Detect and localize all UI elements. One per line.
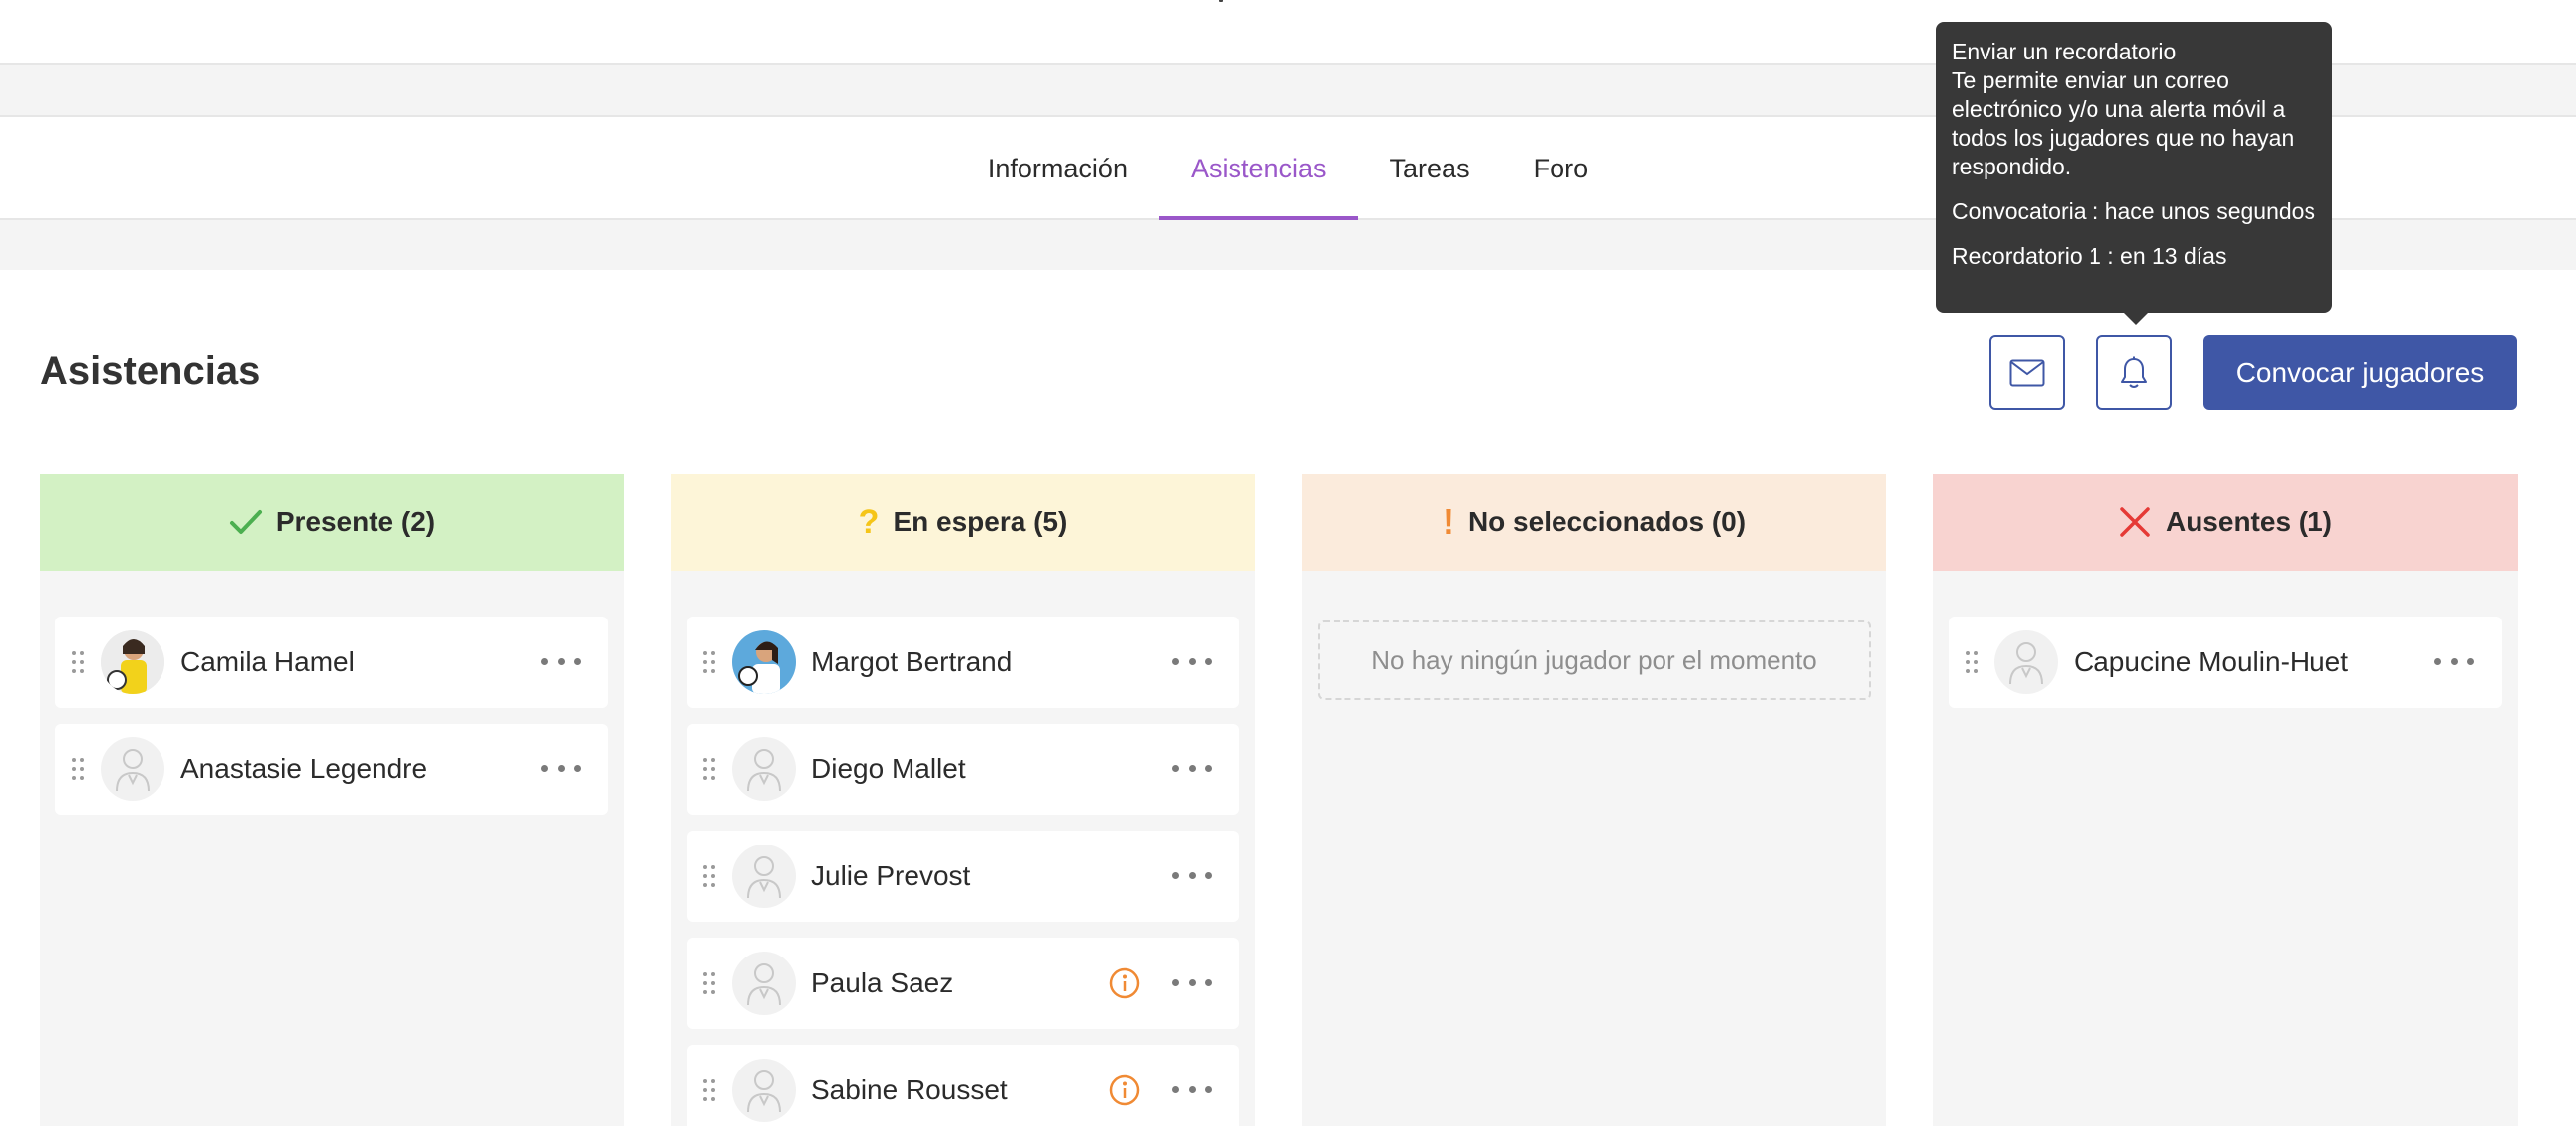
column-title: En espera (5) xyxy=(893,507,1068,537)
avatar-placeholder-icon xyxy=(732,844,796,908)
cross-icon xyxy=(2120,507,2150,537)
column-title: Presente (2) xyxy=(275,507,436,537)
column-header: ? En espera (5) xyxy=(671,474,1255,571)
avatar-placeholder-icon xyxy=(732,1059,796,1122)
more-options-icon[interactable] xyxy=(541,753,581,783)
player-name: Capucine Moulin-Huet xyxy=(2074,646,2349,677)
player-name: Margot Bertrand xyxy=(811,646,1013,677)
column-header: Presente (2) xyxy=(40,474,624,571)
column-no-seleccionados: ! No seleccionados (0) No hay ningún jug… xyxy=(1302,474,1886,1126)
send-email-button[interactable] xyxy=(1989,335,2065,410)
avatar xyxy=(101,630,164,694)
column-en-espera: ? En espera (5) Margot Bertrand Diego Ma… xyxy=(671,474,1255,1126)
player-name: Camila Hamel xyxy=(180,646,355,677)
drag-handle-icon[interactable] xyxy=(687,864,732,888)
drag-handle-icon[interactable] xyxy=(687,650,732,674)
avatar-placeholder-icon xyxy=(1994,630,2058,694)
tab-informacion[interactable]: Información xyxy=(956,117,1159,220)
more-options-icon[interactable] xyxy=(1172,753,1212,783)
drag-handle-icon[interactable] xyxy=(687,971,732,995)
player-card[interactable]: Julie Prevost xyxy=(687,831,1239,922)
player-card[interactable]: Sabine Rousset xyxy=(687,1045,1239,1126)
more-options-icon[interactable] xyxy=(1172,860,1212,890)
drag-handle-icon[interactable] xyxy=(1949,650,1994,674)
tab-tareas[interactable]: Tareas xyxy=(1358,117,1502,220)
player-card[interactable]: Paula Saez xyxy=(687,938,1239,1029)
tab-asistencias[interactable]: Asistencias xyxy=(1158,117,1358,222)
empty-drop-zone[interactable]: No hay ningún jugador por el momento xyxy=(1318,620,1871,700)
info-icon[interactable] xyxy=(1109,967,1140,999)
column-header: ! No seleccionados (0) xyxy=(1302,474,1886,571)
column-header: Ausentes (1) xyxy=(1933,474,2518,571)
tooltip-body: Te permite enviar un correo electrónico … xyxy=(1952,67,2295,179)
avatar-placeholder-icon xyxy=(101,737,164,801)
convocar-jugadores-button[interactable]: Convocar jugadores xyxy=(2203,335,2517,410)
player-name: Sabine Rousset xyxy=(811,1074,1008,1105)
player-name: Anastasie Legendre xyxy=(180,753,428,784)
tooltip-reminder: Recordatorio 1 : en 13 días xyxy=(1952,243,2227,269)
tooltip-title: Enviar un recordatorio xyxy=(1952,39,2177,64)
column-ausentes: Ausentes (1) Capucine Moulin-Huet xyxy=(1933,474,2518,1126)
player-name: Julie Prevost xyxy=(811,860,971,891)
tooltip-convocatoria: Convocatoria : hace unos segundos xyxy=(1952,198,2315,224)
header-fragment xyxy=(1219,0,1223,2)
player-card[interactable]: Diego Mallet xyxy=(687,724,1239,815)
more-options-icon[interactable] xyxy=(2434,646,2474,676)
more-options-icon[interactable] xyxy=(1172,646,1212,676)
avatar xyxy=(732,630,796,694)
more-options-icon[interactable] xyxy=(1172,967,1212,997)
more-options-icon[interactable] xyxy=(1172,1074,1212,1104)
avatar-placeholder-icon xyxy=(732,952,796,1015)
player-name: Paula Saez xyxy=(811,967,954,998)
question-icon: ? xyxy=(858,503,880,541)
player-card[interactable]: Camila Hamel xyxy=(55,617,608,708)
info-icon[interactable] xyxy=(1109,1074,1140,1106)
player-name: Diego Mallet xyxy=(811,753,966,784)
player-card[interactable]: Anastasie Legendre xyxy=(55,724,608,815)
drag-handle-icon[interactable] xyxy=(687,757,732,781)
avatar-placeholder-icon xyxy=(732,737,796,801)
column-presente: Presente (2) Camila Hamel Anastasie Lege… xyxy=(40,474,624,1126)
more-options-icon[interactable] xyxy=(541,646,581,676)
page-title: Asistencias xyxy=(40,349,261,393)
envelope-icon xyxy=(2009,359,2045,387)
reminder-tooltip: Enviar un recordatorio Te permite enviar… xyxy=(1936,22,2332,325)
exclamation-icon: ! xyxy=(1442,502,1454,542)
tab-foro[interactable]: Foro xyxy=(1502,117,1621,220)
drag-handle-icon[interactable] xyxy=(687,1078,732,1102)
column-title: Ausentes (1) xyxy=(2165,507,2333,537)
player-card[interactable]: Capucine Moulin-Huet xyxy=(1949,617,2502,708)
drag-handle-icon[interactable] xyxy=(55,757,101,781)
bell-icon xyxy=(2121,356,2147,388)
check-icon xyxy=(229,510,262,534)
drag-handle-icon[interactable] xyxy=(55,650,101,674)
send-reminder-button[interactable] xyxy=(2096,335,2172,410)
column-title: No seleccionados (0) xyxy=(1467,507,1747,537)
player-card[interactable]: Margot Bertrand xyxy=(687,617,1239,708)
